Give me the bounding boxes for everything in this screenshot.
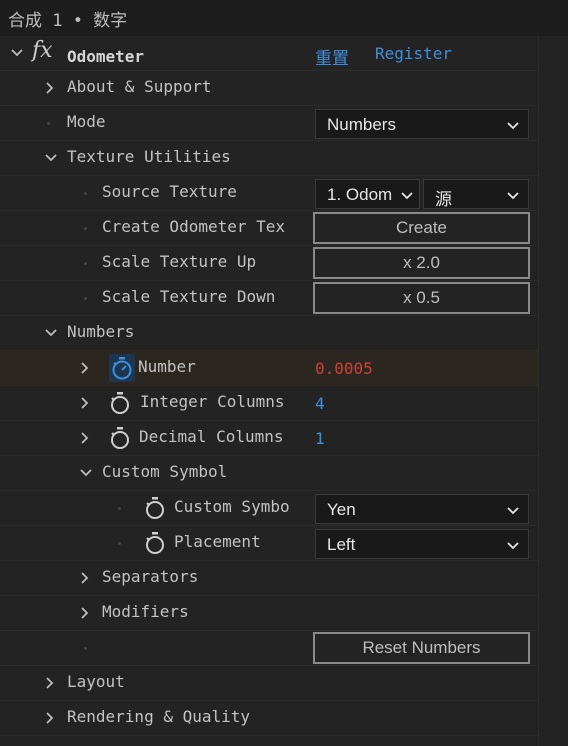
chevron-down-icon[interactable]	[10, 46, 24, 60]
chevron-right-icon[interactable]	[77, 606, 91, 620]
composition-title: 合成 1 • 数字	[8, 11, 128, 31]
indent-dot	[84, 192, 87, 195]
custom-symbol-dropdown[interactable]: Yen	[315, 494, 529, 524]
indent-dot	[47, 122, 50, 125]
group-numbers[interactable]: Numbers	[0, 316, 538, 351]
property-label: Placement	[174, 532, 261, 551]
reset-numbers-button[interactable]: Reset Numbers	[313, 632, 530, 664]
dropdown-value: Numbers	[327, 115, 396, 134]
group-label: Custom Symbol	[102, 462, 228, 481]
stopwatch-icon[interactable]	[109, 426, 131, 450]
property-label: Mode	[67, 112, 106, 131]
group-rendering-quality[interactable]: Rendering & Quality	[0, 701, 538, 736]
property-source-texture: Source Texture 1. Odom 源	[0, 176, 538, 211]
chevron-down-icon[interactable]	[44, 326, 58, 340]
fx-icon[interactable]: fx	[32, 38, 53, 63]
dropdown-value: 1. Odom	[327, 185, 393, 204]
chevron-down-icon	[506, 538, 520, 558]
group-texture-utilities[interactable]: Texture Utilities	[0, 141, 538, 176]
decimal-columns-value[interactable]: 1	[315, 429, 325, 448]
property-create-texture: Create Odometer Tex Create	[0, 211, 538, 246]
effect-header-row[interactable]: fx Odometer 重置 Register	[0, 36, 538, 71]
stopwatch-icon[interactable]	[144, 496, 166, 520]
stopwatch-icon[interactable]	[109, 391, 131, 415]
group-custom-symbol[interactable]: Custom Symbol	[0, 456, 538, 491]
indent-dot	[118, 542, 121, 545]
chevron-right-icon[interactable]	[77, 361, 91, 375]
composition-title-bar: 合成 1 • 数字	[0, 0, 568, 36]
group-modifiers[interactable]: Modifiers	[0, 596, 538, 631]
dropdown-value: Yen	[327, 500, 356, 519]
dropdown-value: 源	[435, 190, 452, 209]
mode-dropdown[interactable]: Numbers	[315, 109, 529, 139]
indent-dot	[84, 262, 87, 265]
property-label: Create Odometer Tex	[102, 217, 286, 236]
property-label: Scale Texture Up	[102, 252, 257, 271]
chevron-right-icon[interactable]	[77, 396, 91, 410]
group-label: Rendering & Quality	[67, 707, 251, 726]
property-integer-columns: Integer Columns 4	[0, 386, 538, 421]
number-value[interactable]: 0.0005	[315, 359, 373, 378]
property-scale-up: Scale Texture Up x 2.0	[0, 246, 538, 281]
chevron-right-icon[interactable]	[42, 711, 56, 725]
group-label: Numbers	[67, 322, 135, 341]
property-label: Source Texture	[102, 182, 237, 201]
property-number: Number 0.0005	[0, 351, 538, 386]
property-placement: Placement Left	[0, 526, 538, 561]
chevron-down-icon	[400, 188, 414, 208]
indent-dot	[84, 227, 87, 230]
property-label: Scale Texture Down	[102, 287, 276, 306]
chevron-right-icon[interactable]	[77, 431, 91, 445]
placement-dropdown[interactable]: Left	[315, 529, 529, 559]
chevron-down-icon[interactable]	[79, 466, 93, 480]
group-layout[interactable]: Layout	[0, 666, 538, 701]
chevron-right-icon[interactable]	[42, 676, 56, 690]
property-label: Decimal Columns	[139, 427, 284, 446]
indent-dot	[84, 297, 87, 300]
property-scale-down: Scale Texture Down x 0.5	[0, 281, 538, 316]
effect-name: Odometer	[67, 47, 145, 66]
register-link[interactable]: Register	[375, 44, 452, 63]
dropdown-value: Left	[327, 535, 356, 554]
property-label: Number	[138, 357, 196, 376]
chevron-down-icon	[506, 118, 520, 138]
stopwatch-icon[interactable]	[144, 531, 166, 555]
indent-dot	[84, 647, 87, 650]
group-label: Separators	[102, 567, 199, 586]
property-reset-numbers: Reset Numbers	[0, 631, 538, 666]
property-label: Custom Symbo	[174, 497, 290, 516]
group-label: About & Support	[67, 77, 212, 96]
group-separators[interactable]: Separators	[0, 561, 538, 596]
chevron-right-icon[interactable]	[77, 571, 91, 585]
scrollbar-track[interactable]	[538, 36, 539, 746]
source-layer-dropdown[interactable]: 1. Odom	[315, 179, 420, 209]
chevron-down-icon	[506, 188, 520, 208]
create-button[interactable]: Create	[313, 212, 530, 244]
property-label: Integer Columns	[140, 392, 285, 411]
group-about-support[interactable]: About & Support	[0, 71, 538, 106]
chevron-down-icon[interactable]	[44, 151, 58, 165]
group-label: Texture Utilities	[67, 147, 231, 166]
chevron-right-icon[interactable]	[42, 81, 56, 95]
stopwatch-active-icon[interactable]	[109, 354, 135, 382]
property-mode: Mode Numbers	[0, 106, 538, 141]
reset-link[interactable]: 重置	[315, 44, 349, 69]
indent-dot	[118, 507, 121, 510]
scale-down-button[interactable]: x 0.5	[313, 282, 530, 314]
effect-controls-panel: fx Odometer 重置 Register About & Support …	[0, 36, 568, 746]
property-decimal-columns: Decimal Columns 1	[0, 421, 538, 456]
property-custom-symbol: Custom Symbo Yen	[0, 491, 538, 526]
source-channel-dropdown[interactable]: 源	[423, 179, 529, 209]
group-label: Layout	[67, 672, 125, 691]
scale-up-button[interactable]: x 2.0	[313, 247, 530, 279]
group-label: Modifiers	[102, 602, 189, 621]
chevron-down-icon	[506, 503, 520, 523]
integer-columns-value[interactable]: 4	[315, 394, 325, 413]
